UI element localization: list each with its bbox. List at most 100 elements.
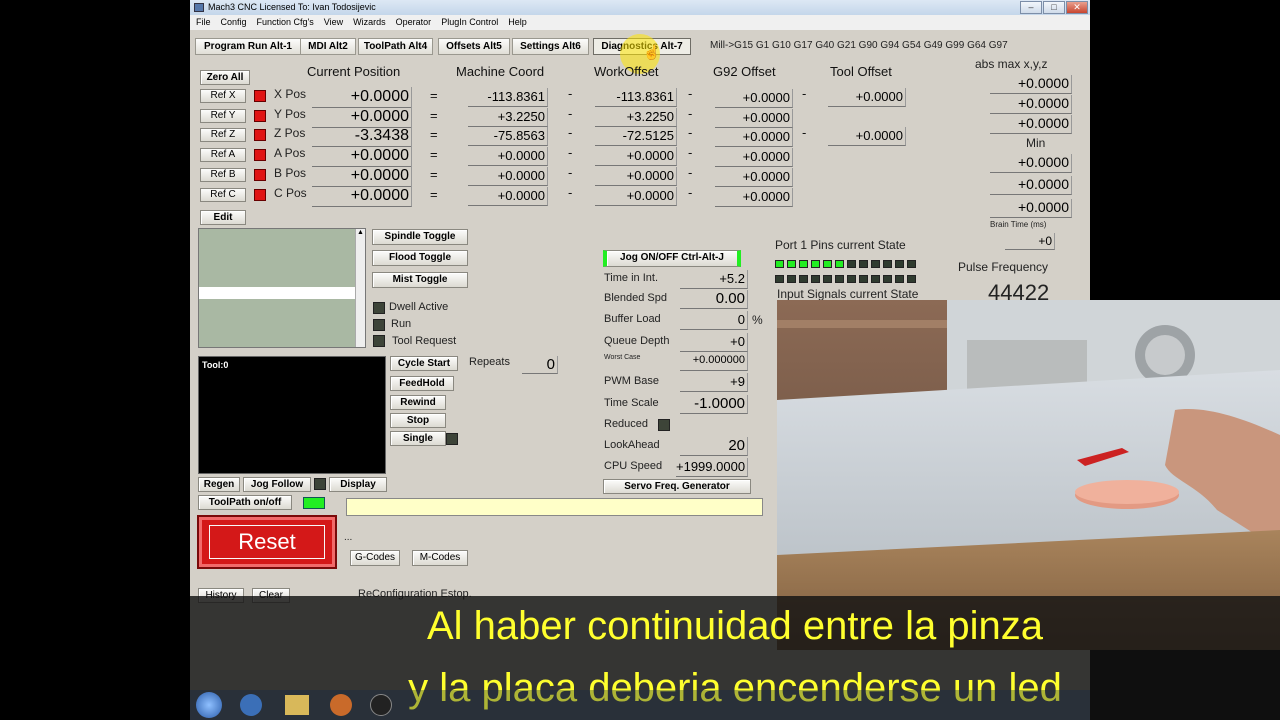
- minus-sign: -: [688, 86, 693, 101]
- equals-sign: =: [430, 167, 438, 182]
- minus-sign: -: [568, 106, 573, 121]
- zero-all-button[interactable]: Zero All: [200, 70, 250, 85]
- dro-y-position[interactable]: +0.0000: [312, 107, 412, 128]
- folder-icon[interactable]: [285, 695, 309, 715]
- ref-b-led: [254, 169, 266, 181]
- menu-operator[interactable]: Operator: [396, 17, 432, 27]
- axis-x-label: X Pos: [274, 87, 307, 101]
- queue-depth-label: Queue Depth: [604, 335, 670, 347]
- menu-function-cfgs[interactable]: Function Cfg's: [257, 17, 314, 27]
- lookahead-value: 20: [680, 437, 748, 456]
- pwm-base-value: +9: [680, 373, 748, 392]
- ref-a-led: [254, 149, 266, 161]
- abs-max-y: +0.0000: [990, 95, 1072, 114]
- flood-toggle-button[interactable]: Flood Toggle: [372, 250, 468, 266]
- work-offset-y[interactable]: +3.2250: [595, 108, 677, 127]
- menu-view[interactable]: View: [324, 17, 343, 27]
- dro-b-position[interactable]: +0.0000: [312, 166, 412, 187]
- reset-label: Reset: [209, 525, 325, 559]
- tab-program-run[interactable]: Program Run Alt-1: [195, 38, 301, 55]
- port-pin-led: [787, 260, 796, 268]
- work-offset-a[interactable]: +0.0000: [595, 147, 677, 166]
- menu-wizards[interactable]: Wizards: [353, 17, 386, 27]
- gcode-scrollbar[interactable]: ▲: [355, 229, 365, 347]
- work-offset-c[interactable]: +0.0000: [595, 187, 677, 206]
- menu-plugin-control[interactable]: PlugIn Control: [441, 17, 498, 27]
- ie-icon[interactable]: [240, 694, 262, 716]
- title-bar: Mach3 CNC Licensed To: Ivan Todosijevic …: [190, 0, 1090, 15]
- display-button[interactable]: Display: [329, 477, 387, 492]
- window-title: Mach3 CNC Licensed To: Ivan Todosijevic: [208, 2, 376, 12]
- ref-x-button[interactable]: Ref X: [200, 89, 246, 103]
- gcode-list[interactable]: ▲: [198, 228, 366, 348]
- equals-sign: =: [430, 187, 438, 202]
- current-line-highlight: [199, 287, 355, 299]
- menu-file[interactable]: File: [196, 17, 211, 27]
- axis-a-label: A Pos: [274, 146, 306, 160]
- work-offset-z[interactable]: -72.5125: [595, 127, 677, 146]
- work-offset-x[interactable]: -113.8361: [595, 88, 677, 107]
- ref-z-button[interactable]: Ref Z: [200, 128, 246, 142]
- spindle-toggle-button[interactable]: Spindle Toggle: [372, 229, 468, 245]
- maximize-button[interactable]: □: [1043, 1, 1065, 14]
- toolpath-onoff-button[interactable]: ToolPath on/off: [198, 495, 292, 510]
- edit-button[interactable]: Edit: [200, 210, 246, 225]
- machine-coord-z: -75.8563: [468, 127, 548, 146]
- status-input[interactable]: [346, 498, 763, 516]
- mcodes-button[interactable]: M-Codes: [412, 550, 468, 566]
- toolpath-display[interactable]: Tool:0: [198, 356, 386, 474]
- menu-help[interactable]: Help: [508, 17, 527, 27]
- cycle-start-button[interactable]: Cycle Start: [390, 356, 458, 371]
- machine-coord-y: +3.2250: [468, 108, 548, 127]
- tab-toolpath[interactable]: ToolPath Alt4: [358, 38, 433, 55]
- tool-request-led: [373, 335, 385, 347]
- port-pin-led: [895, 260, 904, 268]
- jog-follow-button[interactable]: Jog Follow: [243, 477, 311, 492]
- lookahead-label: LookAhead: [604, 439, 660, 451]
- toolpath-led: [303, 497, 325, 509]
- input-signal-led: [799, 275, 808, 283]
- brain-time-value: +0: [1005, 233, 1055, 250]
- ref-a-button[interactable]: Ref A: [200, 148, 246, 162]
- dro-x-position[interactable]: +0.0000: [312, 87, 412, 108]
- tab-offsets[interactable]: Offsets Alt5: [438, 38, 510, 55]
- dro-a-position[interactable]: +0.0000: [312, 146, 412, 167]
- tab-settings[interactable]: Settings Alt6: [512, 38, 589, 55]
- mist-toggle-button[interactable]: Mist Toggle: [372, 272, 468, 288]
- work-offset-header: WorkOffset: [594, 64, 659, 79]
- close-button[interactable]: ✕: [1066, 1, 1088, 14]
- regen-button[interactable]: Regen: [198, 477, 240, 492]
- equals-sign: =: [430, 108, 438, 123]
- gcodes-button[interactable]: G-Codes: [350, 550, 400, 566]
- menu-config[interactable]: Config: [221, 17, 247, 27]
- start-button-icon[interactable]: [196, 692, 222, 718]
- rewind-button[interactable]: Rewind: [390, 395, 446, 410]
- stop-button[interactable]: Stop: [390, 413, 446, 428]
- dro-c-position[interactable]: +0.0000: [312, 186, 412, 207]
- work-offset-b[interactable]: +0.0000: [595, 167, 677, 186]
- jog-onoff-button[interactable]: Jog ON/OFF Ctrl-Alt-J: [603, 250, 741, 267]
- mach3-taskbar-icon[interactable]: [370, 694, 392, 716]
- minimize-button[interactable]: –: [1020, 1, 1042, 14]
- abs-max-z: +0.0000: [990, 115, 1072, 134]
- minus-sign: -: [568, 185, 573, 200]
- ref-x-led: [254, 90, 266, 102]
- abs-max-x: +0.0000: [990, 75, 1072, 94]
- tool-request-label: Tool Request: [392, 335, 457, 347]
- dro-z-position[interactable]: -3.3438: [312, 126, 412, 147]
- g92-offset-x: +0.0000: [715, 89, 793, 108]
- ref-y-led: [254, 110, 266, 122]
- servo-freq-generator-button[interactable]: Servo Freq. Generator: [603, 479, 751, 494]
- input-signal-led: [823, 275, 832, 283]
- reset-button[interactable]: Reset: [197, 515, 337, 569]
- repeats-value[interactable]: 0: [522, 356, 558, 374]
- single-button[interactable]: Single: [390, 431, 446, 446]
- tab-mdi[interactable]: MDI Alt2: [300, 38, 356, 55]
- ref-b-button[interactable]: Ref B: [200, 168, 246, 182]
- ref-c-button[interactable]: Ref C: [200, 188, 246, 202]
- minus-sign: -: [568, 125, 573, 140]
- ref-y-button[interactable]: Ref Y: [200, 109, 246, 123]
- feedhold-button[interactable]: FeedHold: [390, 376, 454, 391]
- media-player-icon[interactable]: [330, 694, 352, 716]
- g92-offset-y: +0.0000: [715, 109, 793, 128]
